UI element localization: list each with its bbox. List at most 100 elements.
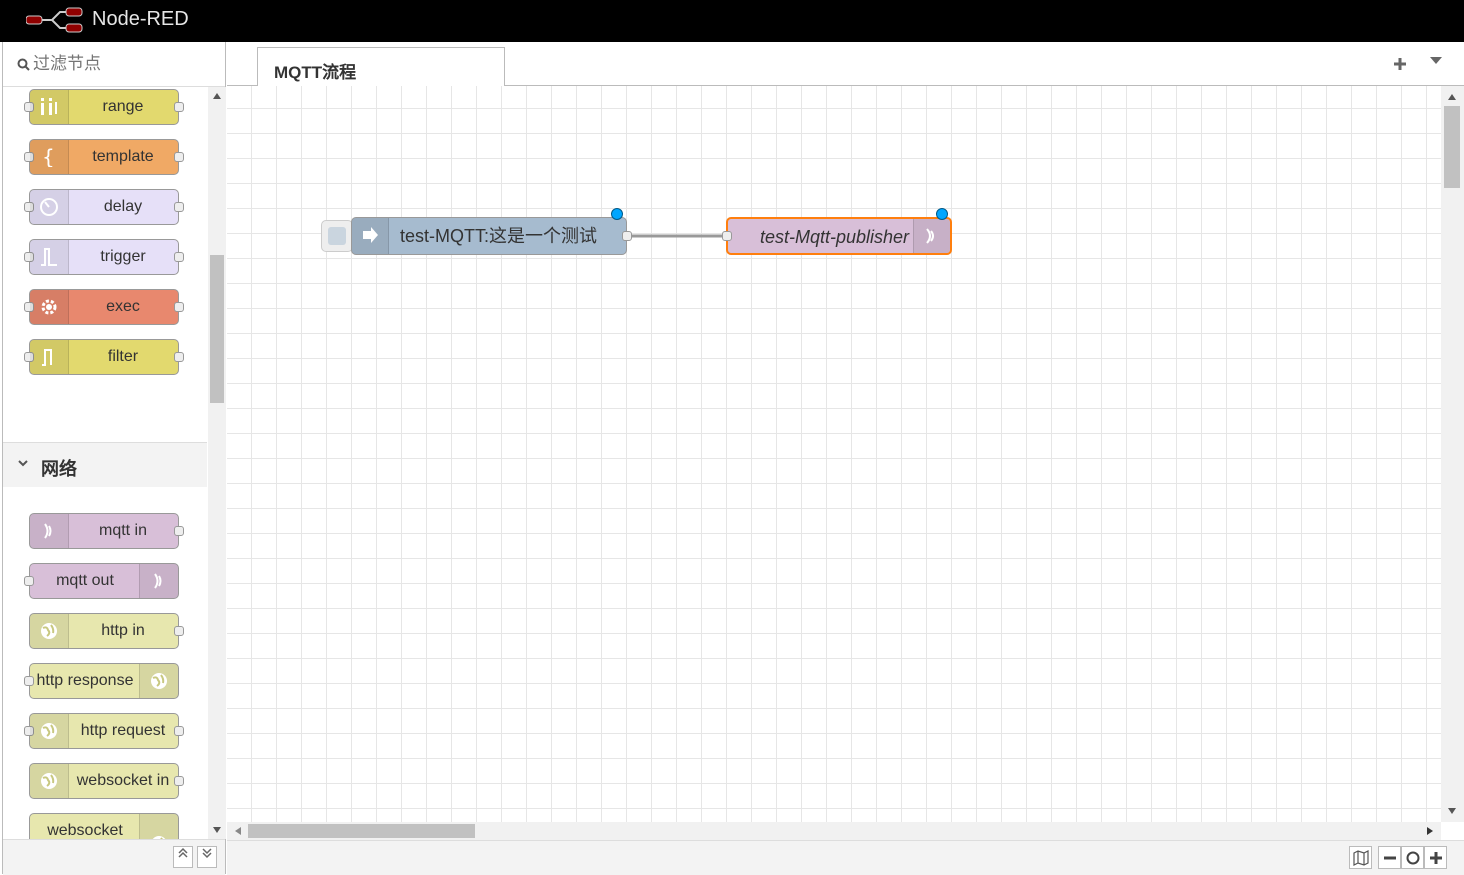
- palette-node-mqtt-out[interactable]: mqtt out: [24, 563, 179, 599]
- canvas-horizontal-scrollbar[interactable]: [227, 822, 1441, 840]
- svg-text:{: {: [42, 147, 55, 167]
- palette-node-label-line: websocket: [47, 822, 123, 839]
- expand-all-button[interactable]: [197, 846, 217, 868]
- scroll-up-icon[interactable]: [1448, 94, 1456, 100]
- tab-label: MQTT流程: [274, 63, 357, 82]
- flow-node-mqtt-out[interactable]: test-Mqtt-publisher: [722, 217, 952, 255]
- palette-node-template[interactable]: { template: [24, 139, 184, 175]
- trigger-icon: [30, 240, 69, 274]
- scroll-up-icon[interactable]: [213, 93, 221, 99]
- palette-node-label: mqtt out: [56, 572, 114, 589]
- flow-node-label: test-Mqtt-publisher: [760, 227, 910, 247]
- zoom-in-button[interactable]: [1424, 846, 1447, 869]
- inject-button[interactable]: [321, 220, 353, 252]
- navigator-button[interactable]: [1349, 846, 1372, 869]
- mqtt-waves-icon: [30, 514, 69, 548]
- output-port: [174, 202, 184, 212]
- palette-node-delay[interactable]: delay: [24, 189, 184, 225]
- canvas-vertical-scrollbar[interactable]: [1441, 86, 1464, 822]
- inject-arrow-icon: [352, 218, 389, 254]
- scrollbar-thumb[interactable]: [248, 824, 475, 838]
- double-chevron-down-icon: [202, 848, 212, 859]
- flow-wires: [627, 234, 727, 238]
- tab-menu-caret-icon[interactable]: [1430, 57, 1442, 64]
- flow-node-label: test-MQTT:这是一个测试: [400, 226, 597, 246]
- output-port: [174, 776, 184, 786]
- double-chevron-up-icon: [178, 847, 188, 858]
- palette-scrollbar[interactable]: [208, 87, 226, 839]
- palette-filter: [3, 42, 225, 87]
- category-label: 网络: [41, 459, 77, 479]
- search-icon: [17, 58, 30, 76]
- palette-node-label: websocket in: [76, 772, 170, 789]
- output-port: [174, 526, 184, 536]
- palette-node-label: http in: [101, 622, 145, 639]
- chevron-down-icon: [17, 456, 29, 472]
- workspace-tabs: MQTT流程: [227, 42, 1464, 87]
- palette-node-exec[interactable]: exec: [24, 289, 184, 325]
- scrollbar-thumb[interactable]: [1444, 106, 1460, 188]
- palette-node-range[interactable]: range: [24, 89, 184, 125]
- globe-icon: [139, 664, 178, 698]
- output-port: [174, 252, 184, 262]
- app-header: Node-RED: [0, 0, 1464, 42]
- palette-node-websocket-out[interactable]: websocket out: [29, 813, 179, 839]
- palette-node-trigger[interactable]: trigger: [24, 239, 184, 275]
- collapse-all-button[interactable]: [173, 846, 193, 868]
- palette-node-label: template: [92, 148, 154, 165]
- app-title: Node-RED: [92, 8, 189, 30]
- input-port[interactable]: [722, 231, 732, 241]
- palette-node-mqtt-in[interactable]: mqtt in: [29, 513, 184, 549]
- mqtt-waves-icon: [139, 564, 178, 598]
- palette-node-label: range: [102, 98, 144, 115]
- changed-indicator: [936, 208, 948, 220]
- inject-button-inner: [328, 227, 346, 245]
- scrollbar-thumb[interactable]: [210, 255, 224, 403]
- output-port: [174, 626, 184, 636]
- palette-node-filter[interactable]: filter: [24, 339, 184, 375]
- output-port: [174, 102, 184, 112]
- node-palette: range { template delay trig: [2, 42, 226, 875]
- palette-node-label: delay: [103, 198, 143, 215]
- flow-canvas[interactable]: test-MQTT:这是一个测试 test-Mqtt-publisher: [227, 86, 1441, 822]
- output-port[interactable]: [622, 231, 632, 241]
- scroll-left-icon[interactable]: [235, 827, 241, 835]
- gear-icon: [30, 290, 69, 324]
- palette-node-http-in[interactable]: http in: [29, 613, 184, 649]
- palette-node-list: range { template delay trigger exec filt…: [3, 87, 207, 839]
- palette-node-http-request[interactable]: http request: [24, 713, 184, 749]
- palette-category-network[interactable]: 网络: [3, 442, 207, 487]
- palette-node-label: filter: [107, 348, 139, 365]
- range-icon: [30, 90, 69, 124]
- scroll-right-icon[interactable]: [1427, 827, 1433, 835]
- zoom-out-button[interactable]: [1378, 846, 1401, 869]
- palette-node-http-response[interactable]: http response: [24, 663, 179, 699]
- map-icon: [1353, 850, 1369, 866]
- palette-node-label: mqtt in: [98, 522, 147, 539]
- timer-icon: [30, 190, 69, 224]
- node-red-logo-icon: [25, 6, 86, 39]
- plus-icon: [1394, 58, 1406, 70]
- add-tab-button[interactable]: [1392, 52, 1408, 78]
- flow-node-inject[interactable]: test-MQTT:这是一个测试: [351, 217, 632, 255]
- scroll-down-icon[interactable]: [1448, 808, 1456, 814]
- palette-node-label: trigger: [100, 248, 146, 265]
- globe-icon: [30, 714, 69, 748]
- palette-node-websocket-in[interactable]: websocket in: [29, 763, 184, 799]
- template-brace-icon: {: [30, 140, 69, 174]
- output-port: [174, 302, 184, 312]
- palette-node-label: exec: [106, 298, 140, 315]
- output-port: [174, 726, 184, 736]
- minus-icon: [1384, 856, 1396, 860]
- zoom-reset-button[interactable]: [1401, 846, 1424, 869]
- tab-mqtt-flow[interactable]: MQTT流程: [257, 47, 505, 87]
- palette-node-label: http request: [80, 722, 166, 739]
- palette-footer: [3, 839, 225, 875]
- filter-icon: [30, 340, 69, 374]
- palette-node-label: websocket out: [30, 819, 140, 839]
- palette-search-input[interactable]: [33, 52, 213, 76]
- plus-icon: [1430, 852, 1442, 864]
- workspace: MQTT流程 test-MQTT:这是一个测试 test-Mqtt-publis…: [227, 42, 1464, 875]
- output-port: [174, 352, 184, 362]
- scroll-down-icon[interactable]: [213, 827, 221, 833]
